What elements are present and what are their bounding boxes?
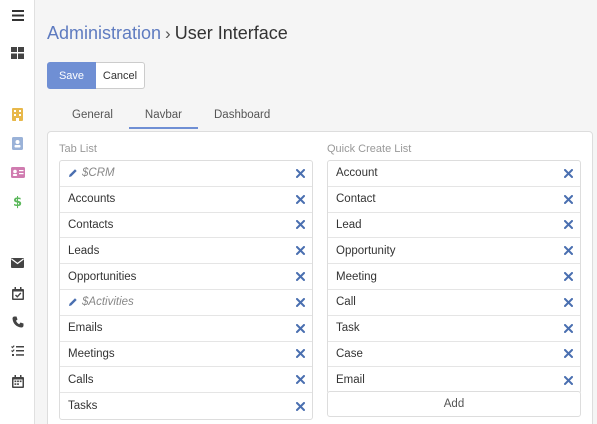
quick-create-item[interactable]: Meeting [328, 264, 580, 290]
tab-list-item[interactable]: Contacts [60, 213, 312, 239]
tab-list-item-label: Contacts [68, 218, 114, 231]
pencil-icon[interactable] [68, 168, 78, 178]
tab-list-item-label: Leads [68, 244, 100, 257]
tab-general[interactable]: General [56, 102, 129, 129]
quick-create-item[interactable]: Email [328, 367, 580, 393]
envelope-icon[interactable] [0, 252, 35, 274]
dashboard-icon[interactable] [0, 42, 35, 64]
remove-icon[interactable] [294, 296, 306, 308]
add-quick-create-button[interactable]: Add [327, 391, 581, 417]
tab-list-item-label: Tasks [68, 400, 98, 413]
tab-list: $CRM Accounts Contacts Leads Opportunities $A… [59, 160, 313, 420]
breadcrumb: Administration › User Interface [47, 20, 288, 47]
quick-create-item[interactable]: Lead [328, 213, 580, 239]
quick-create-item-label: Case [336, 347, 363, 360]
remove-icon[interactable] [294, 348, 306, 360]
tab-dashboard[interactable]: Dashboard [198, 102, 286, 129]
quick-create-item[interactable]: Case [328, 342, 580, 368]
tab-list-item-label: Calls [68, 373, 94, 386]
tab-list-item-label: $Activities [82, 296, 134, 309]
quick-create-item-label: Task [336, 322, 360, 335]
quick-create-item[interactable]: Contact [328, 187, 580, 213]
remove-icon[interactable] [294, 167, 306, 179]
phone-icon[interactable] [0, 311, 35, 333]
cancel-button[interactable]: Cancel [96, 62, 145, 89]
sidebar: $ [0, 0, 35, 424]
building-icon[interactable] [0, 103, 35, 125]
quick-create-item-label: Meeting [336, 270, 377, 283]
breadcrumb-separator: › [165, 24, 171, 43]
page-title: User Interface [174, 23, 288, 43]
tab-list-group-item[interactable]: $CRM [60, 161, 312, 187]
quick-create-item[interactable]: Account [328, 161, 580, 187]
remove-icon[interactable] [562, 271, 574, 283]
remove-icon[interactable] [294, 245, 306, 257]
quick-create-item-label: Email [336, 374, 365, 387]
remove-icon[interactable] [562, 322, 574, 334]
remove-icon[interactable] [294, 374, 306, 386]
remove-icon[interactable] [562, 219, 574, 231]
tab-list-item-label: Emails [68, 322, 103, 335]
tab-list-item[interactable]: Calls [60, 367, 312, 394]
calendar-check-icon[interactable] [0, 282, 35, 304]
tab-list-item[interactable]: Accounts [60, 187, 312, 213]
remove-icon[interactable] [294, 193, 306, 205]
menu-icon[interactable] [0, 4, 35, 26]
quick-create-item[interactable]: Call [328, 290, 580, 316]
quick-create-list-label: Quick Create List [327, 143, 412, 155]
tab-list-item-label: Opportunities [68, 270, 137, 283]
id-card-icon[interactable] [0, 161, 35, 183]
quick-create-list: Account Contact Lead Opportunity Meeting Call… [327, 160, 581, 395]
navbar-settings-panel: Tab List $CRM Accounts Contacts Leads Opport… [47, 131, 593, 424]
quick-create-item-label: Contact [336, 193, 376, 206]
tab-list-item-label: Accounts [68, 193, 116, 206]
remove-icon[interactable] [294, 400, 306, 412]
tab-list-item[interactable]: Opportunities [60, 264, 312, 290]
tab-list-item[interactable]: Emails [60, 316, 312, 342]
remove-icon[interactable] [562, 296, 574, 308]
save-button[interactable]: Save [47, 62, 96, 89]
dollar-icon[interactable]: $ [0, 191, 35, 213]
tab-bar: General Navbar Dashboard [56, 102, 286, 129]
action-buttons: Save Cancel [47, 62, 145, 89]
remove-icon[interactable] [562, 374, 574, 386]
remove-icon[interactable] [294, 271, 306, 283]
remove-icon[interactable] [294, 322, 306, 334]
quick-create-item[interactable]: Task [328, 316, 580, 342]
quick-create-item-label: Account [336, 167, 378, 180]
remove-icon[interactable] [562, 245, 574, 257]
tab-list-group-item[interactable]: $Activities [60, 290, 312, 316]
quick-create-item-label: Call [336, 296, 356, 309]
main-content: Administration › User Interface Save Cance… [36, 0, 597, 424]
tab-list-label: Tab List [59, 143, 97, 155]
remove-icon[interactable] [562, 193, 574, 205]
tab-list-item[interactable]: Leads [60, 238, 312, 265]
remove-icon[interactable] [562, 348, 574, 360]
task-list-icon[interactable] [0, 340, 35, 362]
pencil-icon[interactable] [68, 297, 78, 307]
tab-list-item-label: $CRM [82, 167, 115, 180]
tab-list-item[interactable]: Meetings [60, 342, 312, 368]
quick-create-item[interactable]: Opportunity [328, 238, 580, 265]
tab-navbar[interactable]: Navbar [128, 102, 198, 129]
contact-card-icon[interactable] [0, 132, 35, 154]
tab-list-item[interactable]: Tasks [60, 393, 312, 419]
quick-create-item-label: Lead [336, 218, 362, 231]
calendar-icon[interactable] [0, 370, 35, 392]
remove-icon[interactable] [294, 219, 306, 231]
tab-list-item-label: Meetings [68, 347, 115, 360]
breadcrumb-administration-link[interactable]: Administration [47, 23, 161, 43]
quick-create-item-label: Opportunity [336, 244, 396, 257]
remove-icon[interactable] [562, 167, 574, 179]
